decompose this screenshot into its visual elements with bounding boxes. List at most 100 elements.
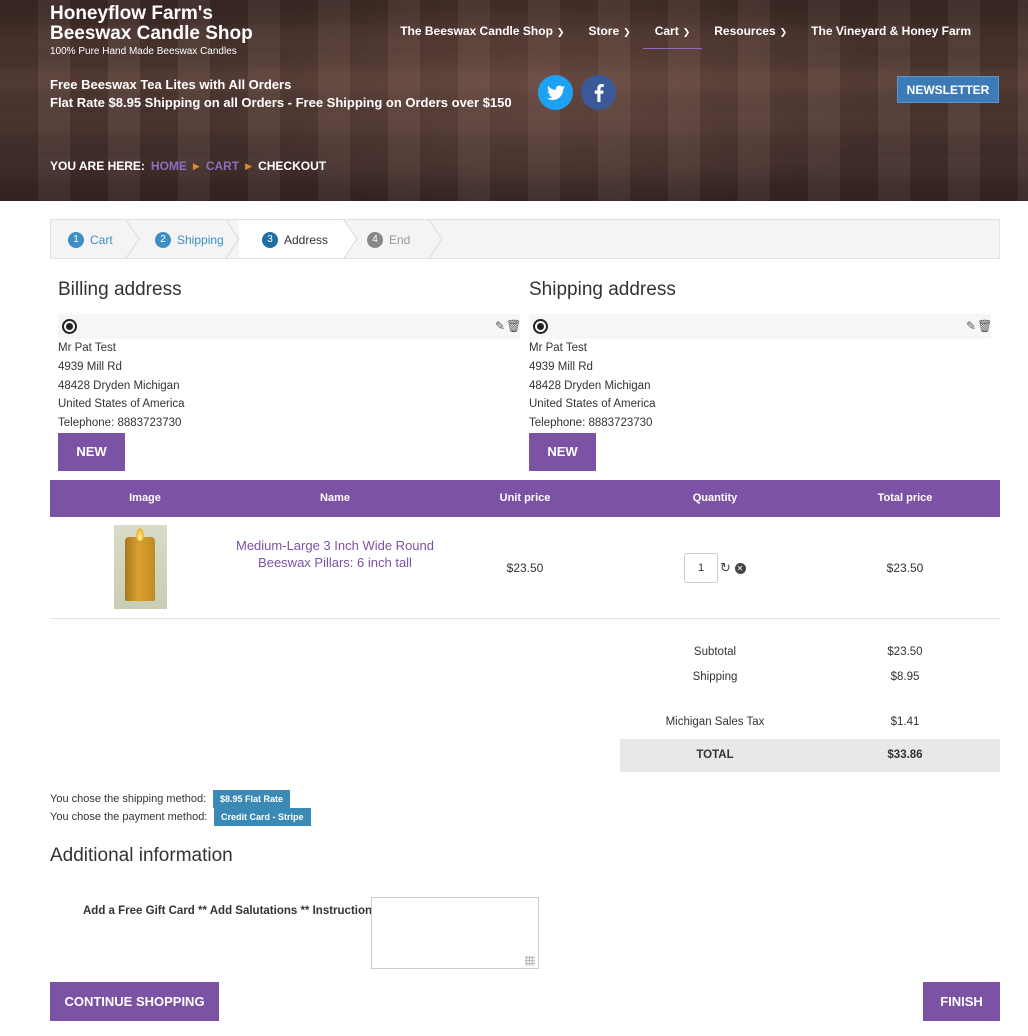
facebook-icon <box>594 83 604 102</box>
additional-info-title: Additional information <box>50 845 233 866</box>
payment-method-badge[interactable]: Credit Card - Stripe <box>214 808 311 826</box>
shipping-new-button[interactable]: NEW <box>529 433 596 471</box>
breadcrumb-home[interactable]: HOME <box>151 159 187 173</box>
site-title-line1: Honeyflow Farm's <box>50 3 213 24</box>
step-number: 3 <box>262 231 278 248</box>
billing-tools: ✎🗑 <box>495 319 522 333</box>
address-line: Mr Pat Test <box>58 342 116 354</box>
caret-right-icon: ▶ <box>192 160 200 171</box>
step-label: Cart <box>90 232 113 247</box>
breadcrumb-prefix: YOU ARE HERE: <box>50 159 145 173</box>
nav-label: Store <box>588 24 620 38</box>
shipping-value: $8.95 <box>890 671 920 683</box>
gift-card-label: Add a Free Gift Card ** Add Salutations … <box>83 905 379 917</box>
site-header: Honeyflow Farm's Beeswax Candle Shop 100… <box>0 0 1028 201</box>
remove-icon[interactable]: ✕ <box>734 563 746 574</box>
gift-card-textarea[interactable] <box>371 897 539 969</box>
step-label: Address <box>284 232 329 247</box>
site-title-line2: Beeswax Candle Shop <box>50 23 253 44</box>
tax-label: Michigan Sales Tax <box>665 716 765 728</box>
row-divider <box>50 618 1000 619</box>
total-label: TOTAL <box>696 749 734 761</box>
col-image: Image <box>129 492 161 504</box>
billing-address: Mr Pat Test 4939 Mill Rd 48428 Dryden Mi… <box>58 339 185 433</box>
tax-value: $1.41 <box>890 716 920 728</box>
cart-table-header: Image Name Unit price Quantity Total pri… <box>50 480 1000 517</box>
address-line: 48428 Dryden Michigan <box>529 379 651 392</box>
nav-item-vineyard[interactable]: The Vineyard & Honey Farm <box>799 22 983 49</box>
promo-line-1: Free Beeswax Tea Lites with All Orders <box>50 77 292 92</box>
chevron-down-icon: ❯ <box>682 27 691 37</box>
site-logo-title[interactable]: Honeyflow Farm's Beeswax Candle Shop <box>50 4 253 44</box>
row-total-price: $23.50 <box>886 561 924 575</box>
shipping-radio[interactable] <box>533 319 548 334</box>
step-number: 2 <box>155 231 171 248</box>
address-line: 4939 Mill Rd <box>58 360 122 373</box>
step-label: End <box>389 232 411 247</box>
payment-method-text: You chose the payment method: <box>50 811 208 823</box>
address-line: 48428 Dryden Michigan <box>58 379 180 392</box>
facebook-button[interactable] <box>581 75 616 110</box>
col-total-price: Total price <box>877 492 933 504</box>
nav-label: Resources <box>714 24 776 38</box>
site-subtitle: 100% Pure Hand Made Beeswax Candles <box>50 46 237 57</box>
billing-radio[interactable] <box>62 319 77 334</box>
trash-icon[interactable]: 🗑 <box>506 319 522 333</box>
nav-item-candle-shop[interactable]: The Beeswax Candle Shop ❯ <box>388 22 576 49</box>
chevron-down-icon: ❯ <box>623 27 631 37</box>
breadcrumb: YOU ARE HERE: HOME ▶ CART ▶ CHECKOUT <box>50 159 326 173</box>
col-unit-price: Unit price <box>499 492 551 504</box>
promo-line-2: Flat Rate $8.95 Shipping on all Orders -… <box>50 95 512 110</box>
shipping-method-badge[interactable]: $8.95 Flat Rate <box>213 790 291 808</box>
step-shipping[interactable]: 2 Shipping <box>155 220 224 258</box>
main-nav: The Beeswax Candle Shop ❯ Store ❯ Cart ❯ Re… <box>388 22 983 49</box>
step-cart[interactable]: 1 Cart <box>68 220 113 258</box>
chevron-down-icon: ❯ <box>779 27 788 37</box>
billing-address-bar <box>58 314 520 339</box>
step-address: 3 Address <box>262 220 328 258</box>
shipping-address-bar <box>529 314 991 339</box>
nav-label: Cart <box>654 24 679 38</box>
address-line: United States of America <box>58 398 185 411</box>
quantity-input[interactable] <box>684 553 718 583</box>
candle-shape <box>125 537 155 601</box>
flame-shape <box>136 528 144 541</box>
address-line: 4939 Mill Rd <box>529 360 593 373</box>
product-image[interactable] <box>114 525 167 609</box>
product-name-link[interactable]: Medium-Large 3 Inch Wide Round Beeswax P… <box>235 537 435 571</box>
continue-shopping-button[interactable]: CONTINUE SHOPPING <box>50 982 219 1021</box>
shipping-label: Shipping <box>692 671 738 683</box>
breadcrumb-checkout: CHECKOUT <box>258 159 327 173</box>
nav-label: The Vineyard & Honey Farm <box>811 24 971 38</box>
twitter-button[interactable] <box>538 75 573 110</box>
checkout-steps: 1 Cart 2 Shipping 3 Address 4 End <box>50 219 1000 259</box>
resize-grip-icon[interactable] <box>525 956 535 966</box>
step-number: 1 <box>68 231 84 248</box>
twitter-icon <box>546 85 565 100</box>
refresh-icon[interactable]: ↻ <box>720 560 731 575</box>
nav-item-resources[interactable]: Resources ❯ <box>702 22 799 49</box>
total-value: $33.86 <box>887 749 923 761</box>
shipping-method-text: You chose the shipping method: <box>50 793 207 805</box>
address-line: Mr Pat Test <box>529 342 587 354</box>
shipping-address: Mr Pat Test 4939 Mill Rd 48428 Dryden Mi… <box>529 339 656 433</box>
address-line: Telephone: 8883723730 <box>529 417 653 430</box>
nav-item-cart[interactable]: Cart ❯ <box>642 22 703 49</box>
nav-item-store[interactable]: Store ❯ <box>576 22 642 49</box>
breadcrumb-cart[interactable]: CART <box>206 159 239 173</box>
address-line: Telephone: 8883723730 <box>58 417 182 430</box>
finish-button[interactable]: FINISH <box>923 982 1000 1021</box>
col-quantity: Quantity <box>692 492 738 504</box>
caret-right-icon: ▶ <box>245 160 253 171</box>
edit-icon[interactable]: ✎ <box>495 319 506 333</box>
nav-label: The Beeswax Candle Shop <box>400 24 553 38</box>
subtotal-value: $23.50 <box>887 646 923 658</box>
billing-new-button[interactable]: NEW <box>58 433 125 471</box>
newsletter-button[interactable]: NEWSLETTER <box>897 76 999 103</box>
shipping-title: Shipping address <box>529 279 676 300</box>
subtotal-label: Subtotal <box>693 646 737 658</box>
trash-icon[interactable]: 🗑 <box>977 319 993 333</box>
step-end: 4 End <box>367 220 410 258</box>
quantity-actions: ↻ ✕ <box>720 560 746 576</box>
edit-icon[interactable]: ✎ <box>966 319 977 333</box>
